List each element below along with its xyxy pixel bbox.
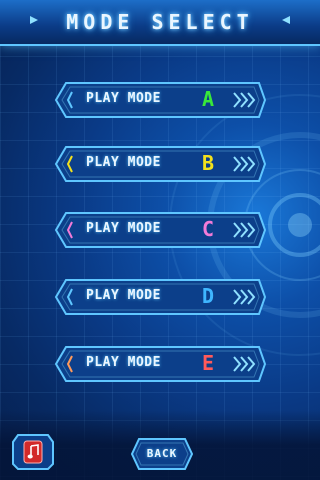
sound-toggle-button[interactable]: [12, 434, 54, 470]
play-mode-c-button[interactable]: PLAY MODE C: [54, 212, 266, 248]
back-button[interactable]: BACK: [130, 438, 194, 470]
mode-letter: E: [202, 351, 215, 375]
chevron-right-icon: [233, 222, 256, 238]
mode-letter: C: [202, 217, 215, 241]
mode-label: PLAY MODE: [86, 155, 161, 170]
header-right-arrow-icon: [282, 16, 290, 24]
back-label: BACK: [146, 447, 178, 460]
mode-letter: A: [202, 87, 215, 111]
mode-letter: B: [202, 151, 215, 175]
mode-letter: D: [202, 284, 215, 308]
chevron-right-icon: [233, 289, 256, 305]
play-mode-d-button[interactable]: PLAY MODE D: [54, 279, 266, 315]
mode-label: PLAY MODE: [86, 91, 161, 106]
chevron-right-icon: [233, 356, 256, 372]
mode-label: PLAY MODE: [86, 355, 161, 370]
play-mode-a-button[interactable]: PLAY MODE A: [54, 82, 266, 118]
chevron-right-icon: [233, 156, 256, 172]
chevron-right-icon: [233, 92, 256, 108]
page-title: MODE SELECT: [66, 10, 254, 34]
mode-label: PLAY MODE: [86, 221, 161, 236]
play-mode-b-button[interactable]: PLAY MODE B: [54, 146, 266, 182]
music-note-icon: [27, 444, 39, 459]
mode-label: PLAY MODE: [86, 288, 161, 303]
play-mode-e-button[interactable]: PLAY MODE E: [54, 346, 266, 382]
header-bar: MODE SELECT: [0, 0, 320, 46]
